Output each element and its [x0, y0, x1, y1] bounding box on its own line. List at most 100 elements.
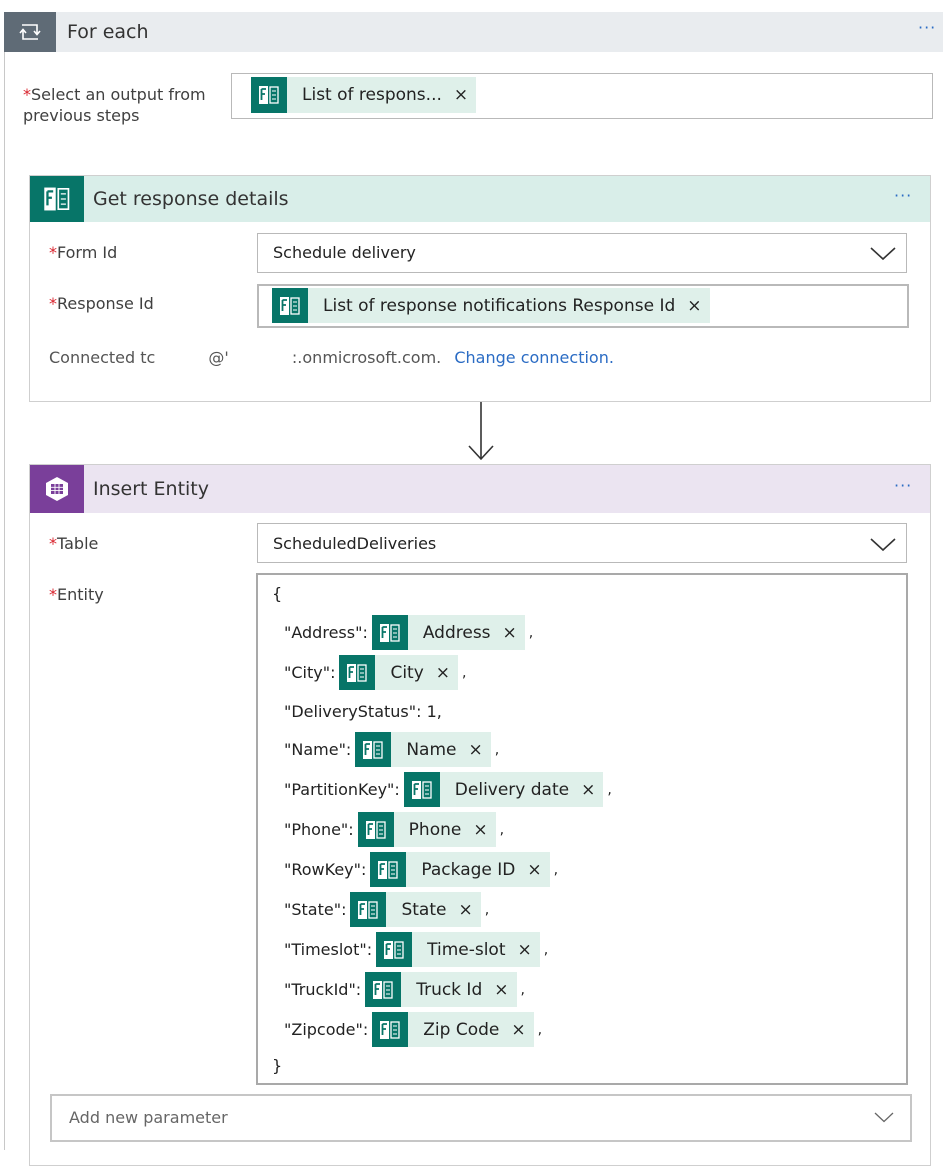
entity-field-key: "Phone": — [284, 820, 354, 839]
response-id-label: *Response Id — [49, 294, 154, 313]
connection-info: Connected tc @' :.onmicrosoft.com. Chang… — [49, 348, 614, 367]
entity-field-line: "DeliveryStatus": 1, — [284, 702, 446, 721]
get-response-title: Get response details — [93, 188, 289, 210]
form-id-dropdown[interactable]: Schedule delivery — [257, 233, 907, 273]
entity-field-key: "PartitionKey": — [284, 780, 400, 799]
entity-label: *Entity — [49, 585, 104, 604]
comma: , — [553, 861, 559, 878]
remove-token-button[interactable]: × — [577, 772, 603, 807]
change-connection-link[interactable]: Change connection. — [454, 348, 614, 367]
entity-field-key: "TruckId": — [284, 980, 362, 999]
entity-field-token[interactable]: State × — [350, 892, 481, 927]
entity-field-line: "PartitionKey": Delivery date ×, — [284, 772, 612, 807]
entity-field-key: "RowKey": — [284, 860, 367, 879]
forms-icon — [339, 655, 376, 690]
remove-token-button[interactable]: × — [490, 972, 516, 1007]
chevron-down-icon[interactable] — [870, 247, 896, 261]
remove-token-button[interactable]: × — [514, 932, 540, 967]
entity-field-line: "Timeslot": Time-slot ×, — [284, 932, 548, 967]
token-label: Delivery date — [454, 779, 570, 800]
remove-token-button[interactable]: × — [523, 852, 549, 887]
entity-field-line: "Zipcode": Zip Code ×, — [284, 1012, 542, 1047]
get-response-menu-button[interactable]: ··· — [894, 186, 912, 205]
chevron-down-icon[interactable] — [870, 538, 896, 552]
remove-token-button[interactable]: × — [464, 732, 490, 767]
loop-icon — [19, 24, 41, 40]
token-label: Package ID — [421, 859, 516, 880]
comma: , — [607, 781, 612, 798]
remove-token-button[interactable]: × — [499, 615, 525, 650]
entity-field-token[interactable]: Phone × — [357, 812, 496, 847]
entity-field-line: "Name": Name ×, — [284, 732, 499, 767]
entity-field-key: "Name": — [284, 740, 352, 759]
remove-token-button[interactable]: × — [507, 1012, 533, 1047]
entity-field-token[interactable]: Package ID × — [370, 852, 550, 887]
loop-icon-box — [4, 12, 56, 52]
connected-at: @' — [208, 348, 229, 367]
selected-token[interactable]: List of respons... × — [251, 77, 477, 113]
entity-field-token[interactable]: Name × — [355, 732, 491, 767]
table-label: *Table — [49, 534, 99, 553]
comma: , — [499, 821, 505, 838]
forms-icon — [370, 852, 407, 887]
get-response-header[interactable]: Get response details ··· — [30, 176, 930, 222]
insert-entity-header[interactable]: Insert Entity ··· — [30, 465, 930, 513]
open-brace: { — [272, 584, 283, 603]
forms-icon — [44, 187, 70, 211]
forms-icon — [272, 288, 308, 323]
storage-icon-box — [30, 465, 84, 513]
entity-field-key: "Timeslot": — [284, 940, 373, 959]
forms-icon — [350, 892, 387, 927]
token-label: List of respons... — [302, 85, 442, 105]
response-id-field[interactable]: List of response notifications Response … — [257, 284, 909, 328]
forms-icon — [371, 615, 408, 650]
entity-field-token[interactable]: Truck Id × — [365, 972, 517, 1007]
remove-token-button[interactable]: × — [454, 892, 480, 927]
entity-field-line: "State": State ×, — [284, 892, 489, 927]
select-output-field[interactable]: List of respons... × — [231, 73, 933, 119]
entity-field-token[interactable]: Delivery date × — [403, 772, 604, 807]
token-label: List of response notifications Response … — [323, 295, 676, 316]
token-label: Phone — [408, 819, 462, 840]
remove-token-button[interactable]: × — [432, 655, 458, 690]
comma: , — [462, 664, 467, 681]
comma: , — [528, 624, 534, 641]
entity-field-token[interactable]: Time-slot × — [376, 932, 540, 967]
entity-field-token[interactable]: Zip Code × — [372, 1012, 534, 1047]
foreach-title: For each — [67, 21, 149, 43]
foreach-header[interactable]: For each ··· — [4, 12, 943, 52]
forms-icon — [365, 972, 402, 1007]
remove-token-button[interactable]: × — [450, 77, 476, 113]
insert-entity-menu-button[interactable]: ··· — [894, 476, 912, 495]
insert-entity-title: Insert Entity — [93, 478, 210, 500]
entity-field-line: "RowKey": Package ID ×, — [284, 852, 558, 887]
comma: , — [484, 901, 490, 918]
foreach-menu-button[interactable]: ··· — [918, 18, 936, 37]
entity-field-token[interactable]: City × — [339, 655, 459, 690]
forms-icon — [372, 1012, 409, 1047]
select-output-label: *Select an output from previous steps — [23, 85, 206, 125]
comma: , — [520, 981, 525, 998]
add-parameter-dropdown[interactable]: Add new parameter — [50, 1094, 912, 1142]
token-label: Zip Code — [423, 1019, 500, 1040]
entity-field-key: "DeliveryStatus": 1, — [284, 702, 442, 721]
remove-token-button[interactable]: × — [469, 812, 495, 847]
entity-field-key: "City": — [284, 663, 336, 682]
forms-icon — [376, 932, 413, 967]
token-label: Name — [406, 739, 457, 760]
comma: , — [543, 941, 549, 958]
response-id-token[interactable]: List of response notifications Response … — [272, 288, 710, 323]
chevron-down-icon[interactable] — [874, 1112, 894, 1123]
required-mark: * — [23, 85, 31, 104]
comma: , — [494, 741, 500, 758]
forms-icon — [355, 732, 392, 767]
entity-field-line: "Phone": Phone ×, — [284, 812, 504, 847]
table-dropdown[interactable]: ScheduledDeliveries — [257, 523, 907, 563]
entity-field-token[interactable]: Address × — [371, 615, 525, 650]
comma: , — [537, 1021, 543, 1038]
add-parameter-placeholder: Add new parameter — [69, 1108, 228, 1127]
table-value: ScheduledDeliveries — [273, 534, 437, 553]
connected-domain: :.onmicrosoft.com. — [291, 348, 442, 367]
token-label: Address — [422, 622, 491, 643]
remove-token-button[interactable]: × — [683, 288, 709, 323]
